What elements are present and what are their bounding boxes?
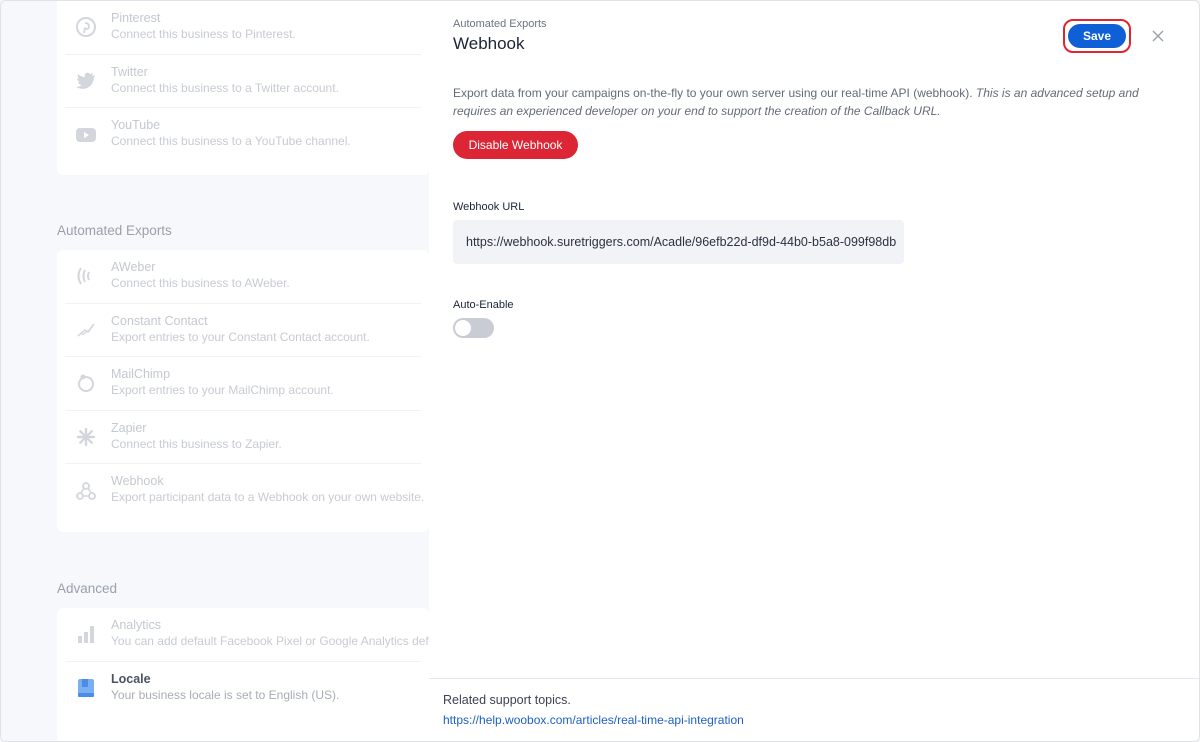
page-title: Webhook	[453, 34, 525, 53]
close-button[interactable]	[1149, 27, 1167, 45]
support-footer: Related support topics. https://help.woo…	[429, 678, 1199, 741]
list-item-title: Analytics	[111, 618, 162, 632]
breadcrumb: Automated Exports	[453, 18, 547, 30]
aweber-icon	[75, 265, 97, 287]
list-item-locale[interactable]: Locale Your business locale is set to En…	[65, 662, 421, 716]
settings-background: Pinterest Connect this business to Pinte…	[1, 1, 448, 741]
list-item-desc: Export participant data to a Webhook on …	[111, 490, 425, 504]
toggle-knob	[455, 320, 471, 336]
list-item-title: Constant Contact	[111, 313, 208, 328]
list-item-desc: You can add default Facebook Pixel or Go…	[111, 634, 449, 648]
list-item-webhook[interactable]: Webhook Export participant data to a Web…	[65, 464, 425, 518]
pinterest-icon	[75, 16, 97, 38]
list-item-title: Locale	[111, 671, 151, 686]
list-item-desc: Connect this business to a YouTube chann…	[111, 134, 351, 148]
auto-enable-label: Auto-Enable	[453, 299, 514, 311]
twitter-icon	[75, 70, 97, 92]
list-item-title: AWeber	[111, 260, 156, 274]
description-plain: Export data from your campaigns on-the-f…	[453, 86, 973, 100]
list-item-title: YouTube	[111, 118, 161, 132]
list-item-desc: Connect this business to AWeber.	[111, 276, 290, 290]
app-frame: Pinterest Connect this business to Pinte…	[0, 0, 1200, 742]
save-button-focus-ring: Save	[1063, 19, 1131, 53]
disable-webhook-button[interactable]: Disable Webhook	[453, 131, 578, 159]
list-item-desc: Export entries to your Constant Contact …	[111, 329, 370, 344]
auto-enable-toggle[interactable]	[453, 318, 494, 338]
panel-description: Export data from your campaigns on-the-f…	[453, 84, 1163, 120]
zapier-icon	[75, 426, 97, 448]
list-item-mailchimp[interactable]: MailChimp Export entries to your MailChi…	[65, 357, 421, 411]
support-article-link[interactable]: https://help.woobox.com/articles/real-ti…	[443, 713, 744, 727]
constant-contact-icon	[75, 319, 97, 341]
list-item-desc: Export entries to your MailChimp account…	[111, 383, 334, 397]
section-title-advanced: Advanced	[57, 581, 118, 596]
list-item-desc: Connect this business to Zapier.	[111, 436, 282, 451]
advanced-card: Analytics You can add default Facebook P…	[57, 608, 448, 741]
list-item-youtube[interactable]: YouTube Connect this business to a YouTu…	[65, 108, 421, 162]
save-button[interactable]: Save	[1068, 24, 1126, 48]
list-item-title: Twitter	[111, 64, 148, 79]
book-icon	[75, 677, 97, 699]
list-item-analytics[interactable]: Analytics You can add default Facebook P…	[65, 608, 448, 662]
list-item-title: Pinterest	[111, 11, 161, 25]
webhook-url-input[interactable]	[453, 220, 904, 264]
analytics-icon	[75, 623, 97, 645]
section-title-automated-exports: Automated Exports	[57, 223, 172, 238]
list-item-title: Webhook	[111, 474, 164, 488]
youtube-icon	[75, 124, 97, 146]
webhook-icon	[75, 480, 97, 502]
list-item-pinterest[interactable]: Pinterest Connect this business to Pinte…	[65, 1, 421, 55]
close-icon	[1152, 30, 1164, 42]
list-item-desc: Your business locale is set to English (…	[111, 687, 340, 702]
list-item-constant-contact[interactable]: Constant Contact Export entries to your …	[65, 304, 421, 357]
support-topics-title: Related support topics.	[443, 693, 571, 707]
webhook-panel: Automated Exports Webhook Save Export da…	[429, 1, 1199, 741]
list-item-aweber[interactable]: AWeber Connect this business to AWeber.	[65, 250, 421, 304]
list-item-desc: Connect this business to Pinterest.	[111, 27, 296, 41]
webhook-url-label: Webhook URL	[453, 201, 525, 213]
mailchimp-icon	[75, 372, 97, 394]
list-item-zapier[interactable]: Zapier Connect this business to Zapier.	[65, 411, 421, 464]
list-item-twitter[interactable]: Twitter Connect this business to a Twitt…	[65, 55, 421, 108]
social-card: Pinterest Connect this business to Pinte…	[57, 1, 429, 175]
list-item-title: Zapier	[111, 420, 147, 435]
exports-card: AWeber Connect this business to AWeber. …	[57, 250, 429, 532]
list-item-desc: Connect this business to a Twitter accou…	[111, 80, 339, 95]
list-item-title: MailChimp	[111, 367, 171, 381]
